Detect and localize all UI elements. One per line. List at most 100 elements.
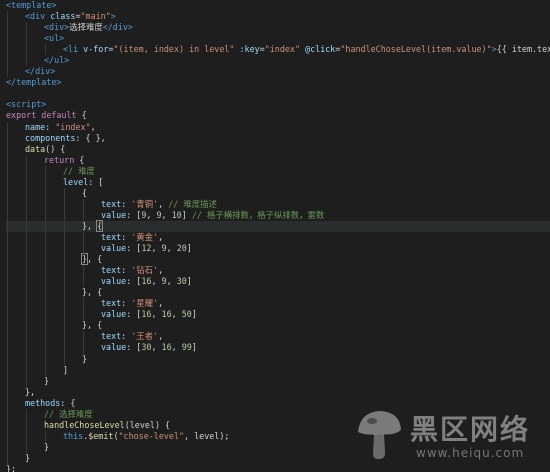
code-token: export default [6,110,77,121]
code-line[interactable]: <ul> [6,33,550,45]
code-line[interactable]: } [6,353,550,365]
code-line[interactable]: text: '青铜', // 难度描述 [6,198,550,210]
watermark-url: www.heiqu.com [416,446,525,460]
code-line[interactable]: value: [12, 9, 20] [6,243,550,255]
code-line[interactable]: text: '星耀', [6,298,550,310]
code-token: <template> [6,0,57,10]
code-token: , [90,121,96,132]
indent-guide [25,55,44,67]
code-line[interactable]: } [6,375,550,387]
code-line[interactable]: <template> [6,0,550,11]
indent-guide [6,209,25,221]
indent-guide [25,265,44,277]
code-editor[interactable]: <template> <div class="main"> <div>选择难度</d… [0,0,550,472]
code-token: ] [186,276,192,287]
code-token: : [ [126,243,142,254]
code-line[interactable]: name: "index", [6,121,550,133]
code-line[interactable]: }, [6,386,550,398]
code-token: () { [45,143,66,154]
code-line[interactable]: }, { [6,320,550,332]
code-line[interactable]: text: '黄金', [6,231,550,244]
indent-guide [25,342,44,354]
code-line[interactable]: <div>选择难度</div> [6,22,550,34]
indent-guide [44,353,63,365]
indent-guide [6,154,25,166]
indent-guide [6,143,25,155]
code-token: , level); [184,430,230,441]
code-token: , [151,342,162,353]
code-token: : [121,331,132,342]
code-token: '王者' [131,331,159,342]
code-token: , [158,265,164,276]
indent-guide [25,176,44,188]
indent-guide [6,452,25,465]
code-line[interactable]: text: '钻石', [6,265,550,277]
indent-guide [6,198,25,210]
code-token: this [63,430,84,441]
code-token: , [158,331,164,342]
indent-guide [25,430,44,442]
code-line[interactable]: value: [30, 16, 99] [6,342,550,354]
indent-guide [25,309,44,321]
code-line[interactable]: value: [9, 9, 10] // 格子横排数，格子纵排数，雷数 [6,209,550,221]
code-line[interactable]: }, { [6,287,550,299]
code-line[interactable]: </div> [6,66,550,78]
code-line[interactable]: <script> [6,99,550,110]
indent-guide [25,44,44,56]
code-line[interactable]: <li v-for="(item, index) in level" :key=… [6,44,550,56]
code-line[interactable]: </ul> [6,55,550,67]
code-token: } [82,353,88,364]
code-token: value [101,342,127,353]
code-token: : [121,231,132,242]
indent-guide [82,198,101,210]
indent-guide [6,364,25,376]
code-line[interactable]: value: [16, 9, 30] [6,276,550,288]
code-line[interactable]: return { [6,154,550,166]
code-line[interactable]: <div class="main"> [6,11,550,23]
indent-guide [6,430,25,442]
indent-guide [25,165,44,177]
code-line[interactable]: export default { [6,110,550,121]
code-line[interactable]: </template> [6,77,550,88]
watermark-title: 黑区网络 [410,413,531,446]
code-line[interactable]: { [6,187,550,199]
indent-guide [6,320,25,332]
indent-guide [82,276,101,288]
code-token: , [151,243,162,254]
code-token: text [101,298,122,309]
indent-guide [44,187,63,199]
code-token: '黄金' [131,231,159,242]
indent-guide [44,220,63,233]
code-line[interactable]: }, { [6,219,550,233]
indent-guide [6,298,25,310]
code-token: "(item, index) in level" [113,44,235,55]
code-line[interactable]: components: { }, [6,132,550,144]
code-token: }, { [82,287,103,298]
code-line[interactable]: value: [16, 16, 50] [6,309,550,321]
code-token: ] [63,364,69,375]
code-token: $emit [88,430,114,441]
indent-guide [25,375,44,387]
indent-guide [63,298,82,310]
indent-guide [44,298,63,310]
code-token: , [158,231,164,242]
indent-guide [25,209,44,221]
code-line[interactable]: ] [6,364,550,376]
indent-guide [25,276,44,288]
code-token: ] [181,209,192,220]
code-token: <li [63,44,84,55]
code-token: components [25,132,76,143]
code-line[interactable]: data() { [6,143,550,155]
code-line[interactable]: text: '王者', [6,331,550,343]
code-line[interactable]: level: [ [6,176,550,188]
indent-guide [44,287,63,299]
code-line[interactable] [6,88,550,99]
code-area[interactable]: <template> <div class="main"> <div>选择难度</d… [6,0,550,472]
code-token: 99 [181,342,192,353]
indent-guide [25,441,44,453]
code-line[interactable]: // 难度 [6,165,550,177]
code-line[interactable]: }, { [6,253,550,266]
code-token: {{ item.text }} [496,44,550,55]
code-token: 16 [141,309,152,320]
indent-guide [82,231,101,244]
